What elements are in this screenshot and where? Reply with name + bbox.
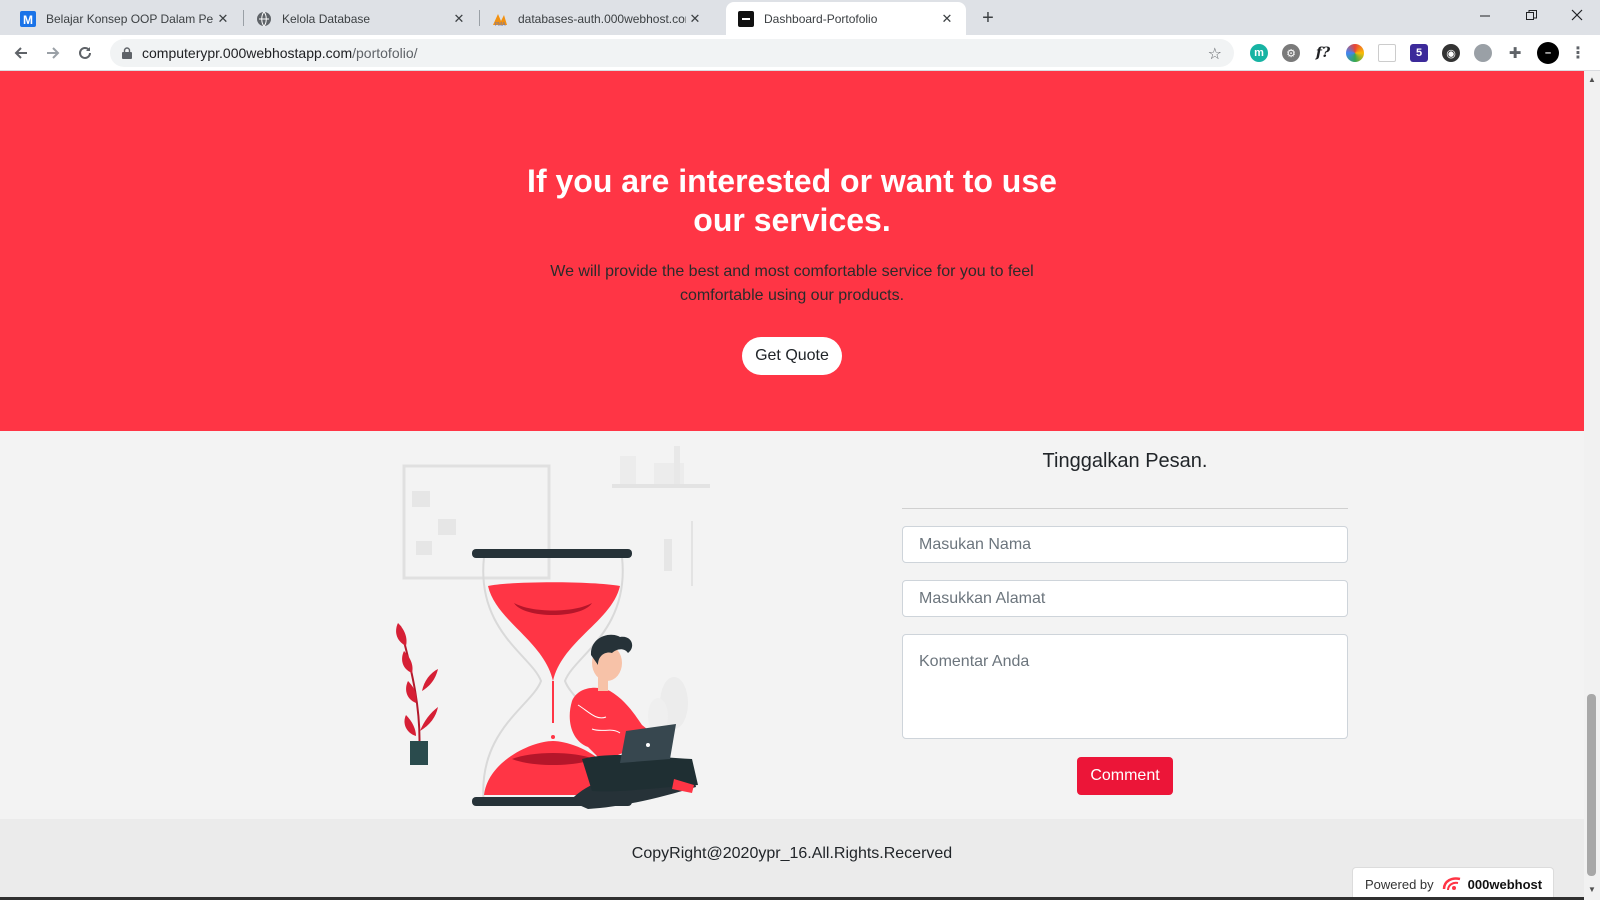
tab-title: Kelola Database	[282, 11, 371, 26]
forward-button[interactable]	[41, 41, 65, 65]
tab-dashboard-portofolio[interactable]: Dashboard-Portofolio ✕	[726, 2, 966, 35]
page-footer: CopyRight@2020ypr_16.All.Rights.Recerved	[0, 819, 1584, 900]
close-icon[interactable]: ✕	[214, 10, 232, 28]
comment-button[interactable]: Comment	[1077, 757, 1173, 795]
back-button[interactable]	[9, 41, 33, 65]
svg-text:M: M	[23, 13, 33, 27]
powered-by-label: Powered by	[1365, 876, 1434, 892]
svg-text:PMA: PMA	[495, 22, 507, 27]
phpmyadmin-icon: PMA	[492, 11, 508, 27]
tab-belajar-oop[interactable]: M Belajar Konsep OOP Dalam Pemo ✕	[8, 2, 242, 35]
profile-avatar[interactable]: –	[1537, 42, 1559, 64]
extension-stack-icon[interactable]: 5	[1410, 44, 1428, 62]
hero-heading-line-1: If you are interested or want to use	[527, 163, 1057, 199]
get-quote-button[interactable]: Get Quote	[742, 337, 842, 375]
tab-title: databases-auth.000webhost.com	[518, 11, 686, 26]
menu-kebab-icon[interactable]: ⋮	[1569, 44, 1587, 62]
globe-icon	[256, 11, 272, 27]
address-input[interactable]	[902, 580, 1348, 617]
hero-heading-line-2: our services.	[693, 202, 891, 238]
new-tab-button[interactable]: +	[976, 6, 1000, 30]
bookmark-star-icon[interactable]: ☆	[1208, 44, 1222, 64]
cta-hero-section: If you are interested or want to use our…	[0, 71, 1584, 431]
extension-camera-icon[interactable]: ◉	[1442, 44, 1460, 62]
extension-apple-icon[interactable]	[1474, 44, 1492, 62]
close-icon[interactable]: ✕	[938, 10, 956, 28]
reload-icon	[79, 46, 91, 59]
close-window-button[interactable]	[1554, 0, 1600, 30]
close-icon	[1571, 9, 1583, 21]
address-bar[interactable]: computerypr.000webhostapp.com/portofolio…	[110, 39, 1234, 67]
tab-title: Dashboard-Portofolio	[764, 11, 878, 26]
copyright-text: CopyRight@2020ypr_16.All.Rights.Recerved	[631, 845, 953, 862]
tab-title: Belajar Konsep OOP Dalam Pemo	[46, 11, 214, 26]
arrow-left-icon	[14, 47, 27, 59]
page-scrollbar[interactable]: ▲ ▼	[1584, 71, 1600, 900]
close-icon[interactable]: ✕	[686, 10, 704, 28]
name-input[interactable]	[902, 526, 1348, 563]
hero-description-line-2: comfortable using our products.	[679, 287, 905, 304]
tab-databases-auth[interactable]: PMA databases-auth.000webhost.com ✕	[480, 2, 714, 35]
extension-fontface-icon[interactable]: f?	[1314, 44, 1332, 62]
comment-textarea[interactable]	[902, 634, 1348, 739]
extension-gear-icon[interactable]: ⚙	[1282, 44, 1300, 62]
site-favicon-icon	[738, 10, 754, 27]
powered-by-badge[interactable]: Powered by 000webhost	[1352, 867, 1554, 900]
tab-kelola-database[interactable]: Kelola Database ✕	[244, 2, 478, 35]
restore-button[interactable]	[1508, 0, 1554, 30]
medium-m-icon: M	[20, 10, 36, 27]
arrow-right-icon	[47, 47, 60, 59]
url-path: /portofolio/	[352, 45, 418, 61]
form-divider	[902, 508, 1348, 509]
extensions-puzzle-icon[interactable]: ✚	[1506, 44, 1524, 62]
browser-toolbar: computerypr.000webhostapp.com/portofolio…	[0, 35, 1600, 71]
extension-color-picker-icon[interactable]	[1346, 44, 1364, 62]
scrollbar-thumb[interactable]	[1587, 694, 1596, 876]
page-viewport: If you are interested or want to use our…	[0, 71, 1584, 900]
minimize-button[interactable]	[1462, 0, 1508, 30]
scroll-up-arrow-icon[interactable]: ▲	[1587, 75, 1597, 85]
000webhost-logo-icon	[1442, 877, 1460, 891]
restore-icon	[1525, 9, 1537, 20]
hourglass-illustration	[396, 446, 710, 809]
close-icon[interactable]: ✕	[450, 10, 468, 28]
hero-description: We will provide the best and most comfor…	[0, 260, 1584, 308]
form-title: Tinggalkan Pesan.	[1042, 450, 1208, 472]
powered-by-brand: 000webhost	[1467, 876, 1543, 892]
extension-m-icon[interactable]: m	[1250, 44, 1268, 62]
url-host: computerypr.000webhostapp.com	[142, 45, 353, 61]
reload-button[interactable]	[73, 41, 97, 65]
scroll-down-arrow-icon[interactable]: ▼	[1587, 885, 1597, 895]
browser-tab-strip: M Belajar Konsep OOP Dalam Pemo ✕ Kelola…	[0, 0, 1600, 35]
hero-description-line-1: We will provide the best and most comfor…	[550, 263, 1034, 280]
hero-heading: If you are interested or want to use our…	[0, 162, 1584, 240]
extension-window-icon[interactable]	[1378, 44, 1396, 62]
minimize-icon	[1479, 15, 1490, 16]
url-text: computerypr.000webhostapp.com/portofolio…	[142, 45, 418, 61]
lock-icon	[122, 47, 132, 59]
